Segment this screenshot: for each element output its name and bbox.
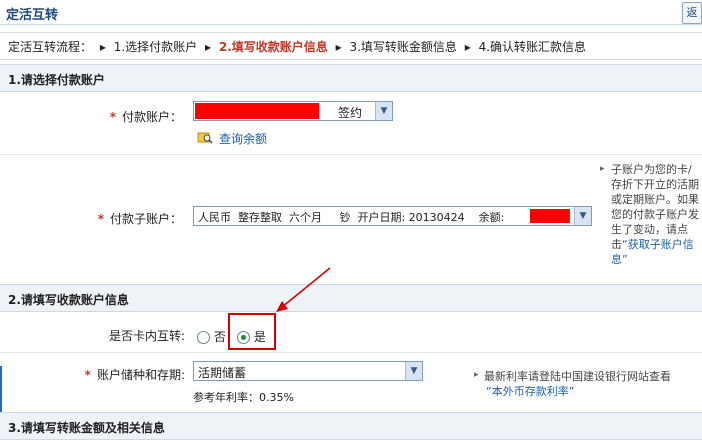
back-button[interactable]: 返 bbox=[682, 2, 702, 24]
annotation-arrow-icon bbox=[276, 267, 331, 312]
section-3-header: 3.请填写转账金额及相关信息 bbox=[0, 412, 702, 440]
required-icon: * bbox=[97, 212, 104, 226]
row-divider bbox=[0, 352, 702, 353]
deposit-type-value: 活期储蓄 bbox=[198, 366, 247, 380]
step-3: 3.填写转账金额信息 bbox=[349, 40, 457, 54]
step-separator-icon: ▸ bbox=[335, 40, 342, 54]
section-1-title: 1.请选择付款账户 bbox=[8, 73, 105, 87]
sub-account-select[interactable]: 人民币 整存整取 六个月 钞 开户日期: 20130424 余额: ▼ bbox=[193, 206, 592, 226]
redacted-account-number bbox=[195, 103, 319, 119]
reference-rate: 参考年利率：0.35% bbox=[193, 391, 294, 404]
payer-account-select[interactable]: 签约 ▼ bbox=[193, 101, 393, 121]
chevron-down-icon[interactable]: ▼ bbox=[405, 362, 422, 380]
deposit-rate-link[interactable]: “本外币存款利率” bbox=[486, 384, 698, 399]
left-edge-marker bbox=[0, 366, 2, 412]
row-divider bbox=[0, 154, 702, 155]
step-separator-icon: ▸ bbox=[204, 40, 212, 54]
sub-label-text: 付款子账户： bbox=[109, 212, 182, 226]
sub-account-hint: 子账户为您的卡/存折下开立的活期或定期账户。如果您的付款子账户发生了变动，请点击… bbox=[611, 162, 699, 267]
get-sub-account-link[interactable]: “获取子账户信息” bbox=[611, 238, 694, 266]
hint-arrow-icon: ▸ bbox=[600, 164, 605, 174]
search-folder-icon bbox=[197, 130, 213, 144]
required-icon: * bbox=[84, 368, 91, 382]
step-4: 4.确认转账汇款信息 bbox=[478, 40, 587, 54]
step-2-active: 2.填写收款账户信息 bbox=[218, 40, 328, 54]
title-divider bbox=[0, 24, 702, 25]
intra-transfer-label: 是否卡内互转: bbox=[108, 329, 185, 343]
sub-account-value: 人民币 整存整取 六个月 钞 开户日期: 20130424 余额: bbox=[198, 211, 505, 224]
payer-label-text: 付款账户： bbox=[121, 110, 182, 124]
query-balance-link[interactable]: 查询余额 bbox=[219, 130, 267, 147]
process-steps: 定活互转流程： ▸ 1.选择付款账户 ▸ 2.填写收款账户信息 ▸ 3.填写转账… bbox=[0, 32, 702, 60]
step-separator-icon: ▸ bbox=[99, 40, 106, 54]
radio-no-label: 否 bbox=[213, 330, 226, 344]
section-2-header: 2.请填写收款账户信息 bbox=[0, 284, 702, 312]
step-1: 1.选择付款账户 bbox=[113, 40, 198, 54]
radio-no-icon[interactable] bbox=[197, 331, 210, 344]
payer-status: 签约 bbox=[338, 106, 363, 120]
deposit-type-select[interactable]: 活期储蓄 ▼ bbox=[193, 361, 423, 381]
steps-prefix: 定活互转流程： bbox=[8, 40, 93, 54]
redacted-balance bbox=[530, 209, 570, 223]
step-separator-icon: ▸ bbox=[464, 40, 471, 54]
page-title: 定活互转 bbox=[6, 8, 59, 23]
rate-hint-text: 最新利率请登陆中国建设银行网站查看 bbox=[484, 370, 671, 383]
payer-account-label: * 付款账户： bbox=[0, 108, 182, 125]
radio-no[interactable]: 否 bbox=[197, 328, 226, 345]
chevron-down-icon[interactable]: ▼ bbox=[375, 102, 392, 120]
rate-hint: 最新利率请登陆中国建设银行网站查看 “本外币存款利率” bbox=[484, 369, 698, 399]
section-2-title: 2.请填写收款账户信息 bbox=[8, 293, 129, 307]
chevron-down-icon[interactable]: ▼ bbox=[574, 207, 591, 225]
required-icon: * bbox=[109, 110, 116, 124]
annotation-highlight-box bbox=[228, 313, 276, 350]
section-1-header: 1.请选择付款账户 bbox=[0, 64, 702, 92]
deposit-type-label: * 账户储种和存期: bbox=[0, 366, 185, 383]
deposit-label-text: 账户储种和存期: bbox=[96, 368, 185, 382]
hint-arrow-icon: ▸ bbox=[474, 370, 479, 380]
sub-account-label: * 付款子账户： bbox=[0, 210, 182, 227]
